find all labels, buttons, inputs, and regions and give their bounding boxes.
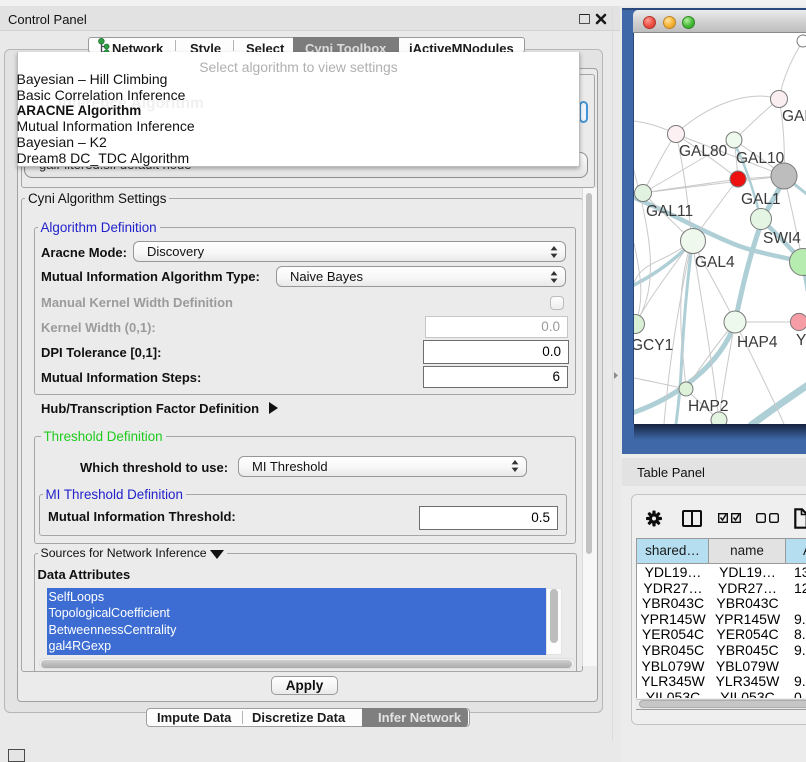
- svg-text:HAP2: HAP2: [688, 398, 729, 415]
- svg-text:GAL10: GAL10: [736, 150, 785, 167]
- svg-text:HAP4: HAP4: [737, 334, 778, 351]
- svg-text:SWI4: SWI4: [763, 230, 801, 247]
- svg-text:GAL1: GAL1: [741, 191, 781, 208]
- svg-text:GAL11: GAL11: [646, 203, 693, 220]
- svg-text:GAL: GAL: [782, 108, 806, 125]
- svg-text:Y: Y: [796, 332, 806, 349]
- svg-text:GCY1: GCY1: [634, 337, 673, 354]
- svg-text:GAL4: GAL4: [695, 254, 735, 271]
- svg-text:GAL80: GAL80: [679, 143, 728, 160]
